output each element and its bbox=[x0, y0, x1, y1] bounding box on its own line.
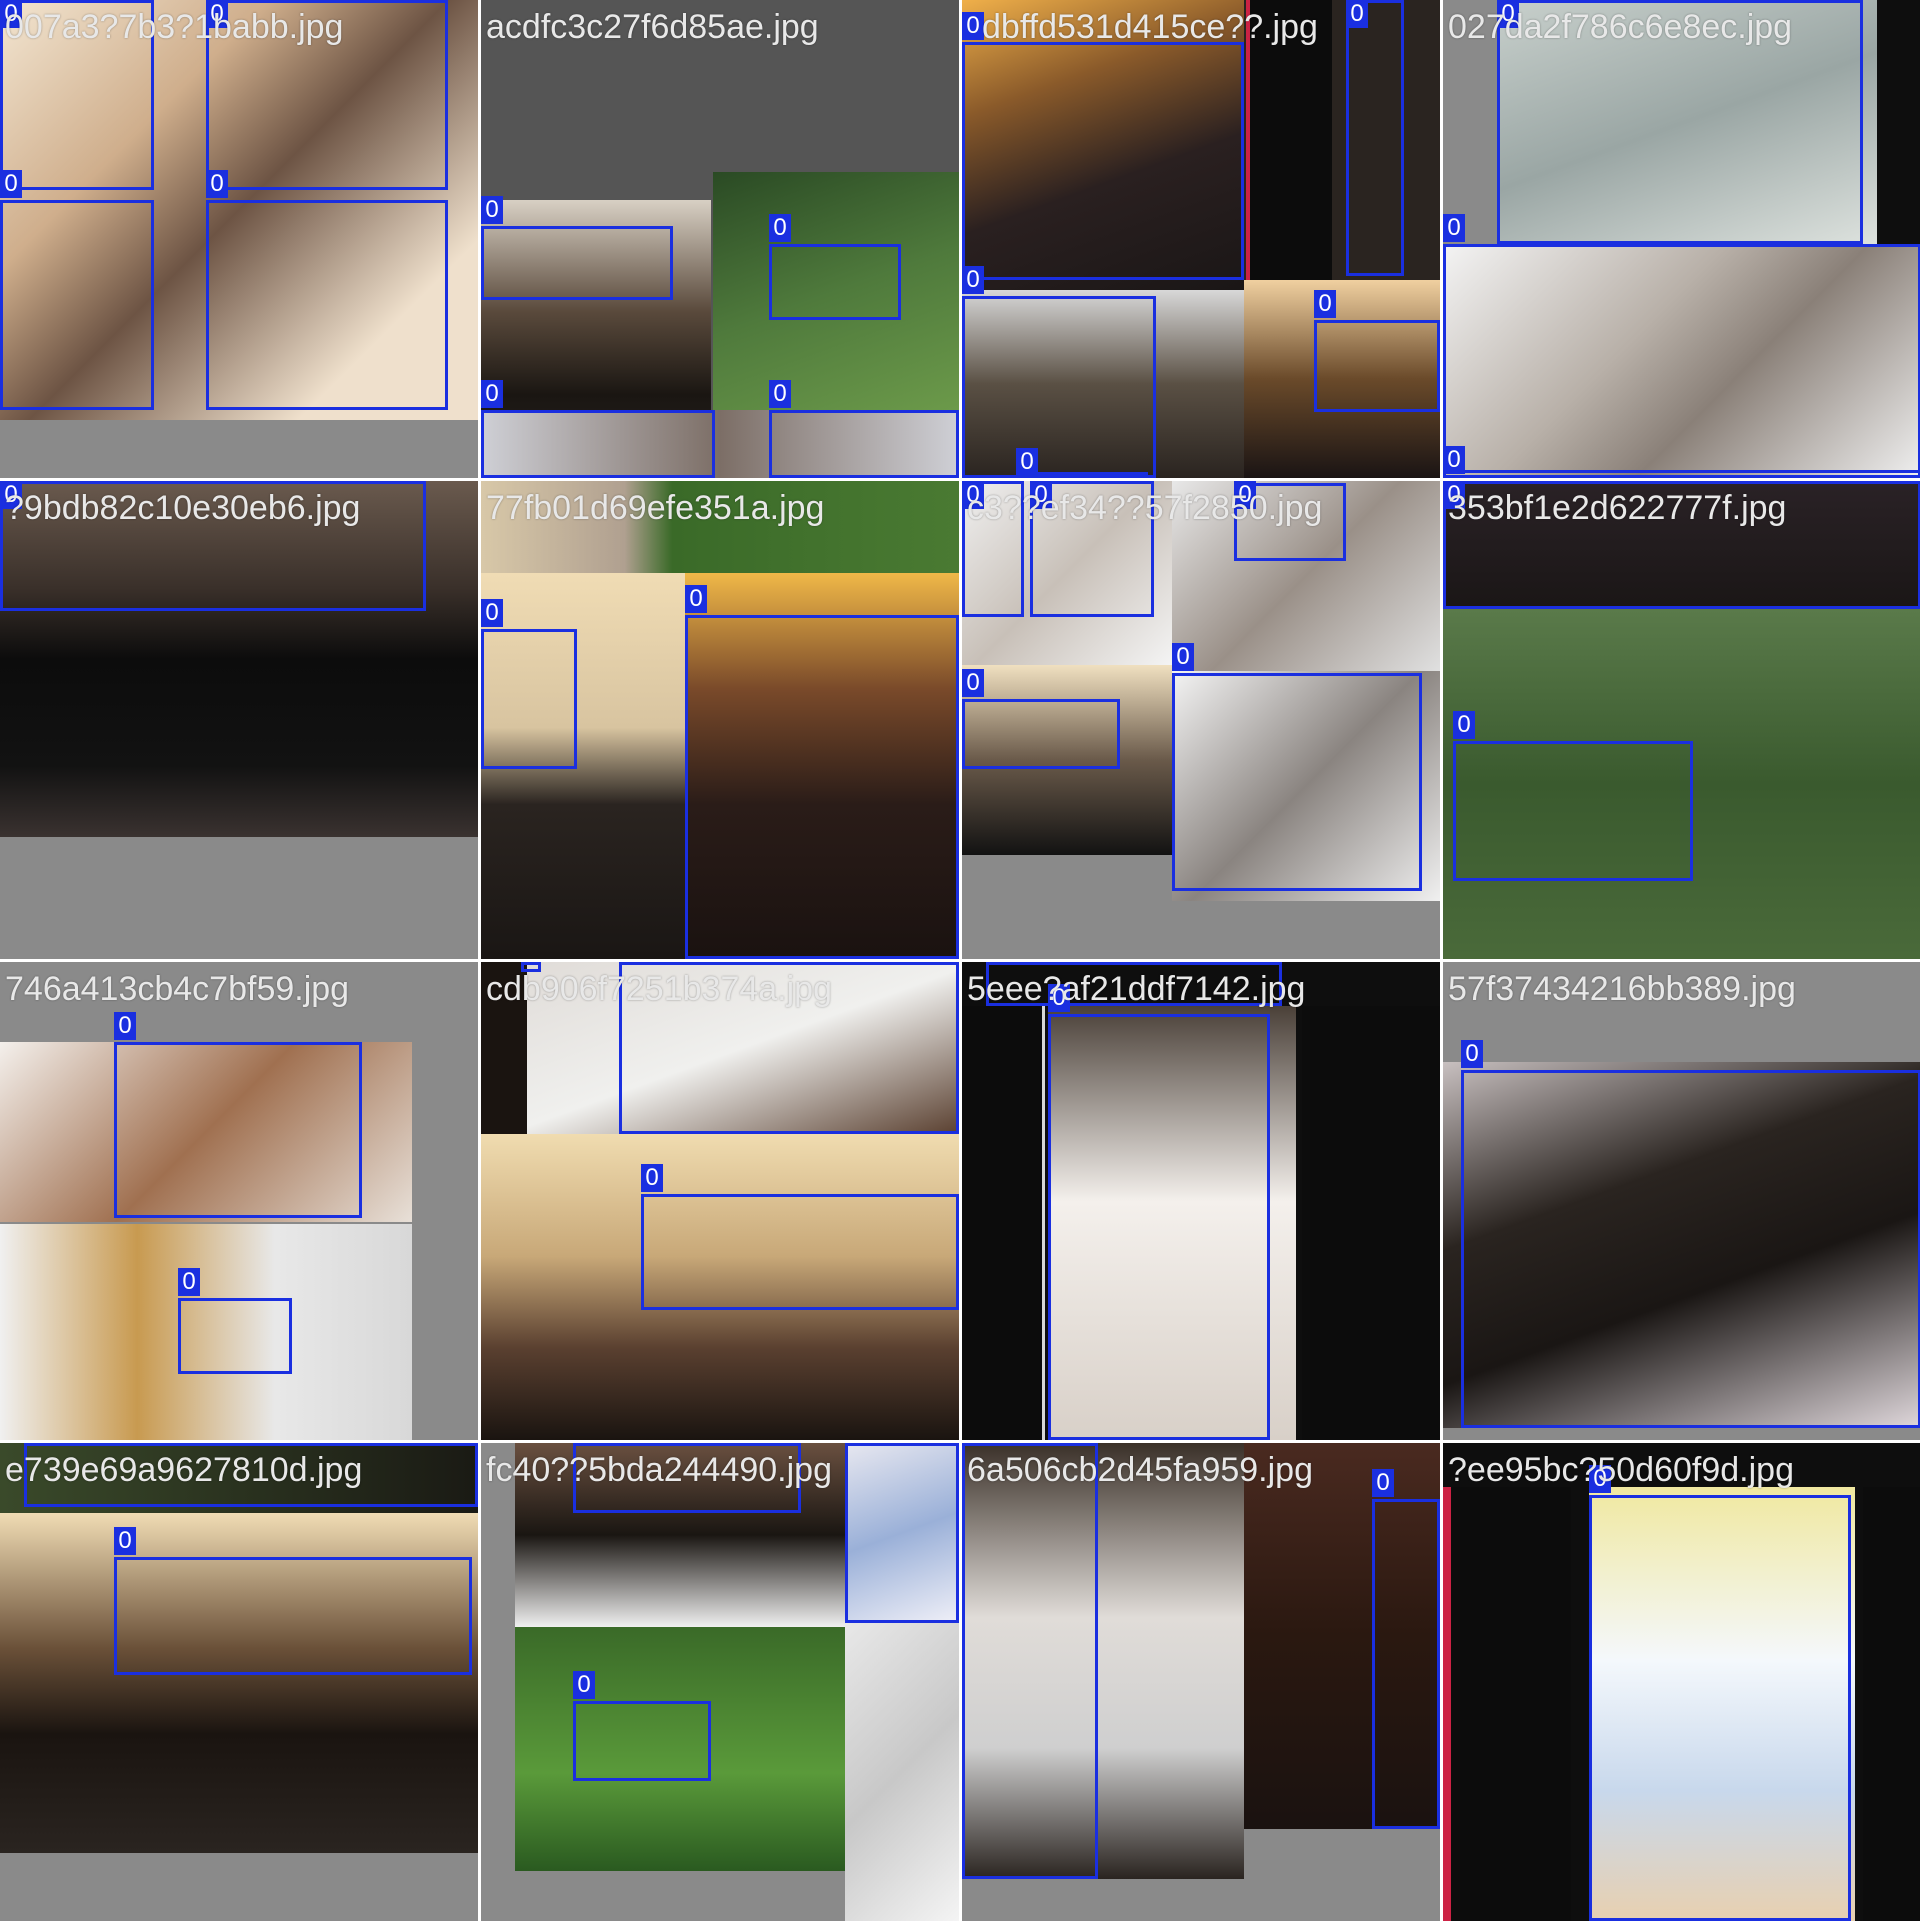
mosaic-tile: c3??ef34??57f2850.jpg 0 0 0 0 0 bbox=[962, 481, 1440, 959]
mosaic-tile: fc40??5bda244490.jpg 0 0 0 bbox=[481, 1443, 959, 1921]
image-patch bbox=[1863, 1487, 1920, 1921]
bounding-box[interactable] bbox=[1372, 1499, 1440, 1829]
bounding-box[interactable] bbox=[962, 42, 1244, 280]
mosaic-tile: e739e69a9627810d.jpg 0 0 bbox=[0, 1443, 478, 1921]
bounding-box[interactable] bbox=[481, 410, 715, 478]
mosaic-tile: cdb906f7251b374a.jpg 0 0 0 bbox=[481, 962, 959, 1440]
bounding-box[interactable] bbox=[206, 200, 448, 410]
tile-filename: 353bf1e2d622777f.jpg bbox=[1448, 489, 1787, 527]
bounding-box[interactable] bbox=[1443, 470, 1920, 478]
box-class-label: 0 bbox=[1346, 0, 1368, 28]
mosaic-tile: ?9bdb82c10e30eb6.jpg 0 bbox=[0, 481, 478, 959]
bounding-box[interactable] bbox=[178, 1298, 292, 1374]
tile-filename: ?ee95bc?50d60f9d.jpg bbox=[1448, 1451, 1794, 1489]
image-patch bbox=[962, 1006, 1045, 1440]
mosaic-tile: 353bf1e2d622777f.jpg 0 0 bbox=[1443, 481, 1920, 959]
bounding-box[interactable] bbox=[769, 410, 959, 478]
box-class-label: 0 bbox=[1461, 1040, 1483, 1068]
tile-filename: ?9bdb82c10e30eb6.jpg bbox=[5, 489, 361, 527]
bounding-box[interactable] bbox=[114, 1557, 472, 1675]
bounding-box[interactable] bbox=[481, 629, 577, 769]
bounding-box[interactable] bbox=[845, 1443, 959, 1623]
image-patch bbox=[1877, 0, 1920, 244]
box-class-label: 0 bbox=[685, 585, 707, 613]
box-class-label: 0 bbox=[962, 669, 984, 697]
mosaic-tile: dbffd531d415ce??.jpg 0 0 0 0 0 bbox=[962, 0, 1440, 478]
bounding-box[interactable] bbox=[962, 296, 1156, 478]
box-class-label: 0 bbox=[114, 1012, 136, 1040]
image-patch bbox=[845, 1623, 959, 1921]
mosaic-tile: 57f37434216bb389.jpg 0 bbox=[1443, 962, 1920, 1440]
box-class-label: 0 bbox=[1372, 1469, 1394, 1497]
bounding-box[interactable] bbox=[1453, 741, 1693, 881]
bounding-box[interactable] bbox=[114, 1042, 362, 1218]
tile-filename: e739e69a9627810d.jpg bbox=[5, 1451, 363, 1489]
mosaic-grid: 007a3?7b3?1babb.jpg 0 0 0 0 acdfc3c27f6d… bbox=[0, 0, 1920, 1921]
bounding-box[interactable] bbox=[481, 226, 673, 300]
box-class-label: 0 bbox=[573, 1671, 595, 1699]
box-class-label: 0 bbox=[1453, 711, 1475, 739]
box-class-label: 0 bbox=[481, 380, 503, 408]
box-class-label: 0 bbox=[114, 1527, 136, 1555]
box-class-label: 0 bbox=[641, 1164, 663, 1192]
mosaic-tile: 77fb01d69efe351a.jpg 0 0 bbox=[481, 481, 959, 959]
box-class-label: 0 bbox=[1172, 643, 1194, 671]
bounding-box[interactable] bbox=[1461, 1070, 1920, 1428]
tile-filename: 746a413cb4c7bf59.jpg bbox=[5, 970, 350, 1008]
bounding-box[interactable] bbox=[573, 1701, 711, 1781]
tile-filename: acdfc3c27f6d85ae.jpg bbox=[486, 8, 819, 46]
bounding-box[interactable] bbox=[641, 1194, 959, 1310]
image-patch bbox=[1302, 1006, 1440, 1440]
bounding-box[interactable] bbox=[1443, 244, 1920, 478]
tile-filename: 5eee?af21ddf7142.jpg bbox=[967, 970, 1306, 1008]
box-class-label: 0 bbox=[769, 380, 791, 408]
mosaic-tile: acdfc3c27f6d85ae.jpg 0 0 0 0 bbox=[481, 0, 959, 478]
tile-filename: cdb906f7251b374a.jpg bbox=[486, 970, 832, 1008]
tile-filename: dbffd531d415ce??.jpg bbox=[982, 8, 1318, 46]
mosaic-tile: 027da2f786c6e8ec.jpg 0 0 0 bbox=[1443, 0, 1920, 478]
mosaic-tile: 5eee?af21ddf7142.jpg 0 0 bbox=[962, 962, 1440, 1440]
bounding-box[interactable] bbox=[1048, 1014, 1270, 1440]
box-class-label: 0 bbox=[769, 214, 791, 242]
bounding-box[interactable] bbox=[1172, 673, 1422, 891]
box-class-label: 0 bbox=[481, 196, 503, 224]
box-class-label: 0 bbox=[962, 12, 984, 40]
bounding-box[interactable] bbox=[962, 699, 1120, 769]
bounding-box[interactable] bbox=[1346, 0, 1404, 276]
tile-filename: fc40??5bda244490.jpg bbox=[486, 1451, 832, 1489]
box-class-label: 0 bbox=[1443, 214, 1465, 242]
bounding-box[interactable] bbox=[1314, 320, 1440, 412]
box-class-label: 0 bbox=[1443, 446, 1465, 474]
bounding-box[interactable] bbox=[685, 615, 959, 959]
box-class-label: 0 bbox=[962, 266, 984, 294]
mosaic-tile: 007a3?7b3?1babb.jpg 0 0 0 0 bbox=[0, 0, 478, 478]
box-class-label: 0 bbox=[1314, 290, 1336, 318]
bounding-box[interactable] bbox=[1589, 1495, 1851, 1921]
tile-filename: 027da2f786c6e8ec.jpg bbox=[1448, 8, 1793, 46]
image-patch bbox=[1443, 1487, 1571, 1921]
bounding-box[interactable] bbox=[0, 200, 154, 410]
box-class-label: 0 bbox=[206, 170, 228, 198]
tile-filename: c3??ef34??57f2850.jpg bbox=[967, 489, 1323, 527]
tile-filename: 77fb01d69efe351a.jpg bbox=[486, 489, 825, 527]
bounding-box[interactable] bbox=[769, 244, 901, 320]
tile-filename: 007a3?7b3?1babb.jpg bbox=[5, 8, 344, 46]
bounding-box[interactable] bbox=[962, 1443, 1098, 1879]
mosaic-tile: ?ee95bc?50d60f9d.jpg 0 bbox=[1443, 1443, 1920, 1921]
tile-filename: 57f37434216bb389.jpg bbox=[1448, 970, 1796, 1008]
mosaic-tile: 6a506cb2d45fa959.jpg 0 0 bbox=[962, 1443, 1440, 1921]
box-class-label: 0 bbox=[481, 599, 503, 627]
box-class-label: 0 bbox=[178, 1268, 200, 1296]
mosaic-tile: 746a413cb4c7bf59.jpg 0 0 bbox=[0, 962, 478, 1440]
box-class-label: 0 bbox=[1016, 448, 1038, 476]
box-class-label: 0 bbox=[0, 170, 22, 198]
tile-filename: 6a506cb2d45fa959.jpg bbox=[967, 1451, 1313, 1489]
